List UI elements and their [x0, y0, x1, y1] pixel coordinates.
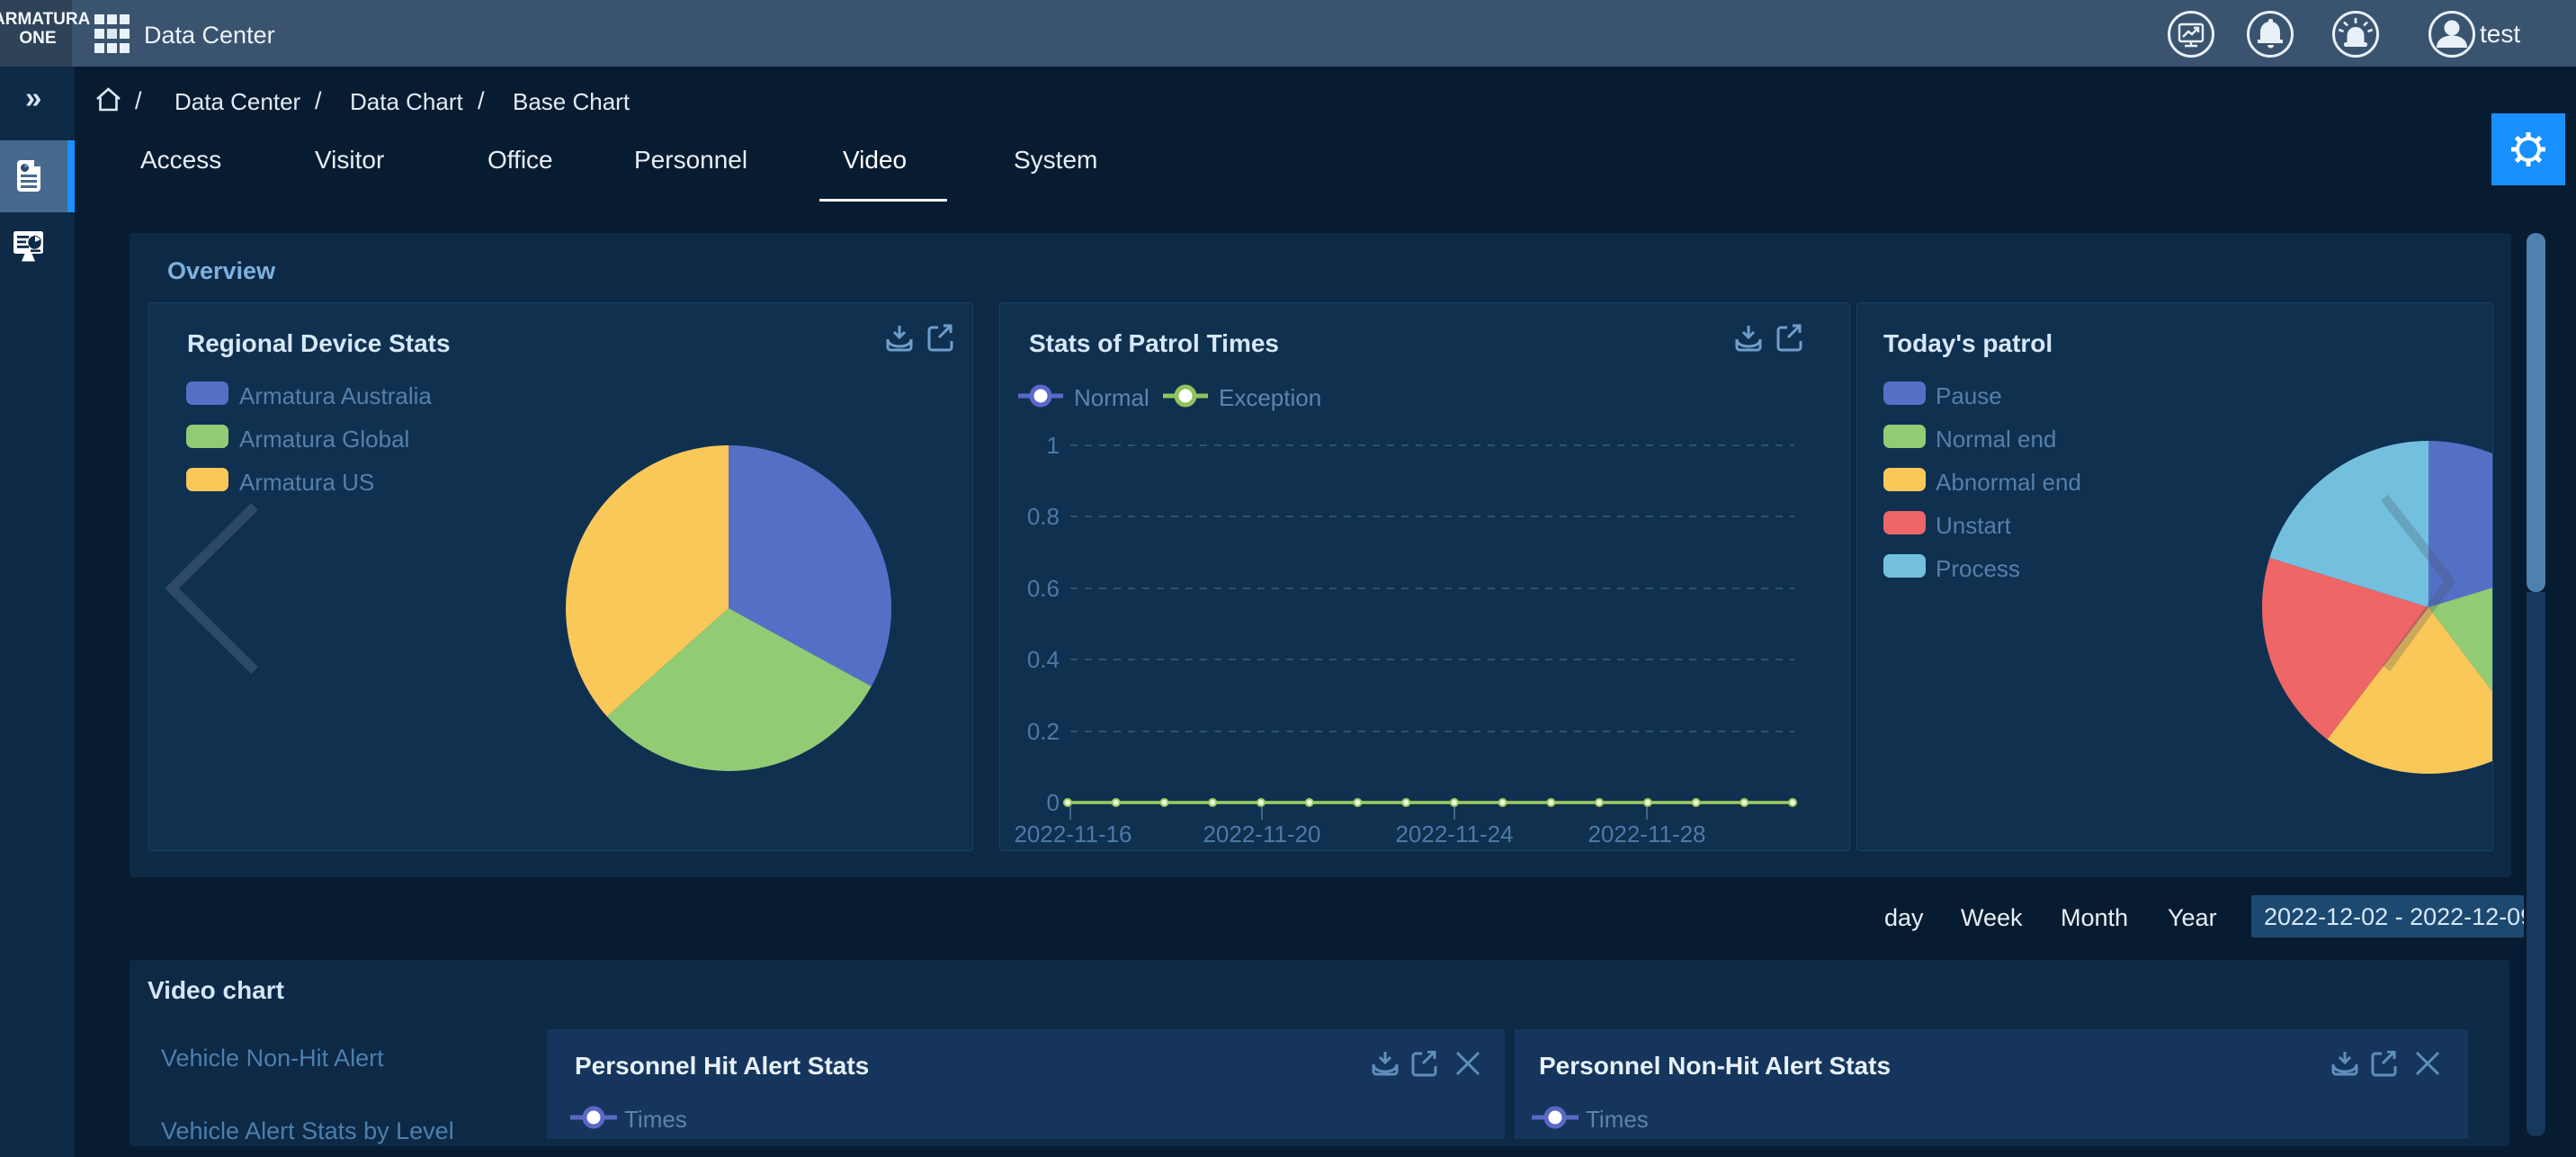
- svg-text:2022-11-28: 2022-11-28: [1588, 821, 1705, 848]
- svg-text:0.4: 0.4: [1027, 646, 1060, 673]
- svg-text:0.2: 0.2: [1027, 718, 1060, 745]
- svg-text:0: 0: [1047, 789, 1060, 816]
- svg-text:2022-11-20: 2022-11-20: [1203, 821, 1320, 848]
- svg-text:2022-11-16: 2022-11-16: [1014, 821, 1131, 848]
- svg-text:2022-11-24: 2022-11-24: [1395, 821, 1513, 848]
- svg-text:0.6: 0.6: [1027, 575, 1060, 602]
- svg-text:1: 1: [1047, 432, 1060, 459]
- svg-text:0.8: 0.8: [1027, 503, 1060, 530]
